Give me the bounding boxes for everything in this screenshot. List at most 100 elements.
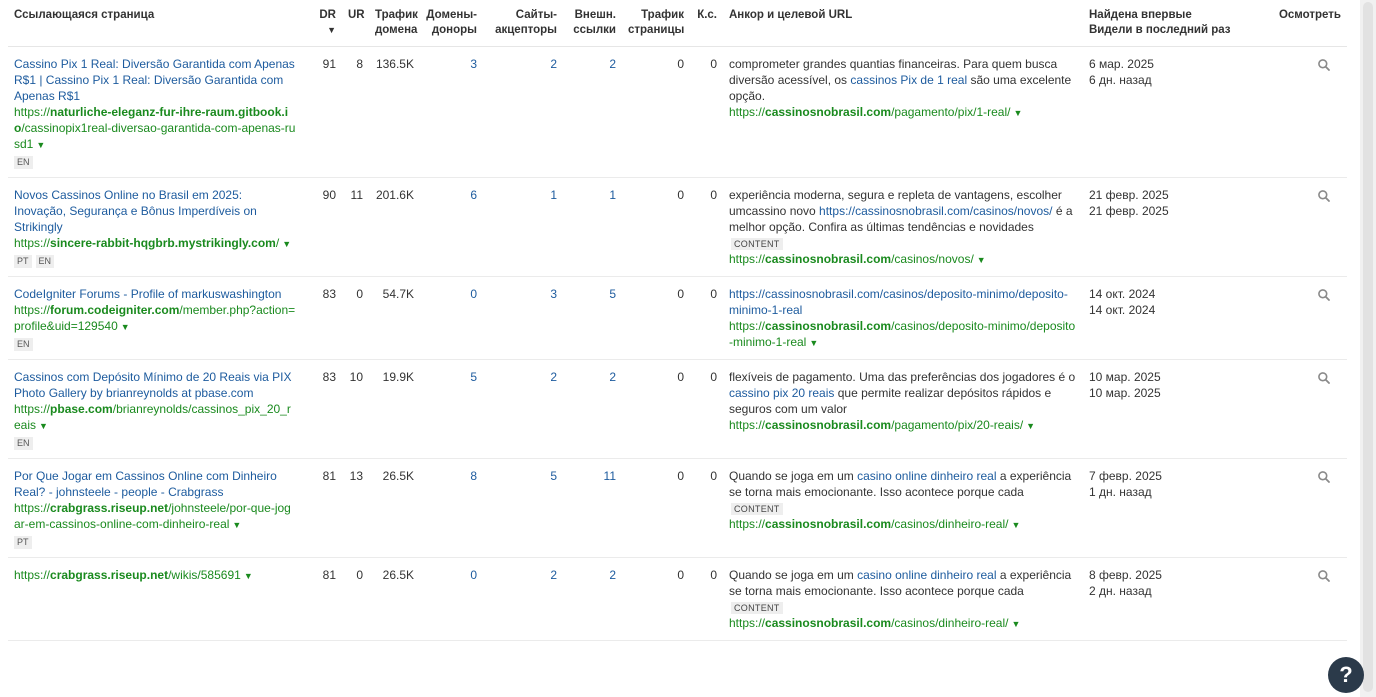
col-ref-domains[interactable]: Домены-доноры xyxy=(420,0,483,47)
col-inspect: Осмотреть xyxy=(1243,0,1347,47)
caret-down-icon[interactable]: ▼ xyxy=(282,236,291,252)
last-seen: 21 февр. 2025 xyxy=(1089,204,1169,218)
anchor-link[interactable]: casino online dinheiro real xyxy=(857,568,996,582)
help-button[interactable]: ? xyxy=(1328,657,1364,693)
ext-links-link[interactable]: 2 xyxy=(609,57,616,71)
caret-down-icon[interactable]: ▼ xyxy=(232,517,241,533)
page-traffic-value-cell: 0 xyxy=(622,46,690,178)
caret-down-icon[interactable]: ▼ xyxy=(1011,517,1020,533)
ext-links-link-cell: 1 xyxy=(563,177,622,277)
col-anchor[interactable]: Анкор и целевой URL xyxy=(723,0,1083,47)
page-traffic-value: 0 xyxy=(677,469,684,483)
page-traffic-value: 0 xyxy=(677,188,684,202)
caret-down-icon[interactable]: ▼ xyxy=(977,252,986,268)
caret-down-icon[interactable]: ▼ xyxy=(809,335,818,351)
page-url-link[interactable]: https://crabgrass.riseup.net/wikis/58569… xyxy=(14,567,296,584)
target-url-link[interactable]: https://cassinosnobrasil.com/casinos/dep… xyxy=(729,318,1077,351)
dates-cell: 10 мар. 2025 10 мар. 2025 xyxy=(1083,359,1243,459)
ext-links-link[interactable]: 2 xyxy=(609,568,616,582)
anchor-link[interactable]: cassinos Pix de 1 real xyxy=(850,73,967,87)
anchor-cell: comprometer grandes quantias financeiras… xyxy=(723,46,1083,178)
ref-domains-link[interactable]: 6 xyxy=(470,188,477,202)
table-header-row: Ссылающаяся страница DR ▼ UR Трафик домен… xyxy=(8,0,1347,47)
caret-down-icon[interactable]: ▼ xyxy=(36,137,45,153)
ext-links-link[interactable]: 11 xyxy=(604,469,616,483)
search-icon[interactable] xyxy=(1317,58,1331,72)
search-icon[interactable] xyxy=(1317,189,1331,203)
linked-domains-link[interactable]: 5 xyxy=(550,469,557,483)
col-page-traffic[interactable]: Трафик страницы xyxy=(622,0,690,47)
url-domain: pbase.com xyxy=(50,402,113,416)
keywords-value-cell: 0 xyxy=(690,557,723,641)
caret-down-icon[interactable]: ▼ xyxy=(1011,616,1020,632)
first-seen: 6 мар. 2025 xyxy=(1089,57,1154,71)
ref-domains-link[interactable]: 5 xyxy=(470,370,477,384)
col-dr[interactable]: DR ▼ xyxy=(302,0,342,47)
col-kw[interactable]: К.с. xyxy=(690,0,723,47)
page-traffic-value-cell: 0 xyxy=(622,359,690,459)
inspect-cell xyxy=(1243,276,1347,360)
target-url-link[interactable]: https://cassinosnobrasil.com/casinos/din… xyxy=(729,516,1077,533)
url-domain: crabgrass.riseup.net xyxy=(50,568,169,582)
page-title-link[interactable]: CodeIgniter Forums - Profile of markuswa… xyxy=(14,286,296,302)
page-title-link[interactable]: Novos Cassinos Online no Brasil em 2025:… xyxy=(14,187,296,235)
caret-down-icon[interactable]: ▼ xyxy=(244,568,253,584)
page-title-link[interactable]: Por Que Jogar em Cassinos Online com Din… xyxy=(14,468,296,500)
page-url-link[interactable]: https://pbase.com/brianreynolds/cassinos… xyxy=(14,401,296,434)
caret-down-icon[interactable]: ▼ xyxy=(121,319,130,335)
target-url-link[interactable]: https://cassinosnobrasil.com/casinos/din… xyxy=(729,615,1077,632)
col-linked-domains[interactable]: Сайты-акцепторы xyxy=(483,0,563,47)
url-prefix: https:// xyxy=(14,236,51,250)
page-url-link[interactable]: https://forum.codeigniter.com/member.php… xyxy=(14,302,296,335)
anchor-link[interactable]: https://cassinosnobrasil.com/casinos/nov… xyxy=(819,204,1052,218)
search-icon[interactable] xyxy=(1317,371,1331,385)
ext-links-link[interactable]: 2 xyxy=(609,370,616,384)
page-url-link[interactable]: https://crabgrass.riseup.net/johnsteele/… xyxy=(14,500,296,533)
domain-traffic-value-cell: 26.5K xyxy=(369,557,420,641)
anchor-link[interactable]: cassino pix 20 reais xyxy=(729,386,834,400)
col-found[interactable]: Найдена впервые Видели в последний раз xyxy=(1083,0,1243,47)
col-ext-links[interactable]: Внешн. ссылки xyxy=(563,0,622,47)
ref-domains-link[interactable]: 3 xyxy=(470,57,477,71)
dr-value: 83 xyxy=(322,287,336,301)
caret-down-icon[interactable]: ▼ xyxy=(39,418,48,434)
page-title-link[interactable]: Cassinos com Depósito Mínimo de 20 Reais… xyxy=(14,369,296,401)
target-url-link[interactable]: https://cassinosnobrasil.com/pagamento/p… xyxy=(729,417,1077,434)
search-icon[interactable] xyxy=(1317,288,1331,302)
col-ur[interactable]: UR xyxy=(342,0,369,47)
linked-domains-link[interactable]: 3 xyxy=(550,287,557,301)
caret-down-icon[interactable]: ▼ xyxy=(1013,105,1022,121)
scrollbar-thumb[interactable] xyxy=(1363,2,1373,692)
page-url-link[interactable]: https://naturliche-eleganz-fur-ihre-raum… xyxy=(14,104,296,153)
anchor-text: comprometer grandes quantias financeiras… xyxy=(729,56,1077,104)
target-url-link[interactable]: https://cassinosnobrasil.com/pagamento/p… xyxy=(729,104,1077,121)
search-icon[interactable] xyxy=(1317,470,1331,484)
ext-links-link[interactable]: 1 xyxy=(609,188,616,202)
linked-domains-link[interactable]: 2 xyxy=(550,568,557,582)
ext-links-link[interactable]: 5 xyxy=(609,287,616,301)
anchor-link[interactable]: https://cassinosnobrasil.com/casinos/dep… xyxy=(729,287,1068,317)
target-url-link[interactable]: https://cassinosnobrasil.com/casinos/nov… xyxy=(729,251,1077,268)
col-referring-page[interactable]: Ссылающаяся страница xyxy=(8,0,302,47)
page-title-link[interactable]: Cassino Pix 1 Real: Diversão Garantida c… xyxy=(14,56,296,104)
page-url-link[interactable]: https://sincere-rabbit-hqgbrb.mystriking… xyxy=(14,235,296,252)
url-path: /wikis/585691 xyxy=(168,568,241,582)
last-seen: 2 дн. назад xyxy=(1089,584,1152,598)
domain-traffic-value: 26.5K xyxy=(382,469,414,483)
search-icon[interactable] xyxy=(1317,569,1331,583)
linked-domains-link[interactable]: 2 xyxy=(550,57,557,71)
caret-down-icon[interactable]: ▼ xyxy=(1026,418,1035,434)
linked-domains-link[interactable]: 1 xyxy=(550,188,557,202)
keywords-value-cell: 0 xyxy=(690,177,723,277)
col-domain-traffic[interactable]: Трафик домена xyxy=(369,0,420,47)
target-url-domain: cassinosnobrasil.com xyxy=(765,418,892,432)
ref-domains-link[interactable]: 8 xyxy=(470,469,477,483)
anchor-link[interactable]: casino online dinheiro real xyxy=(857,469,996,483)
ref-domains-link[interactable]: 0 xyxy=(470,568,477,582)
linked-domains-link-cell: 3 xyxy=(483,276,563,360)
last-seen: 1 дн. назад xyxy=(1089,485,1152,499)
sort-caret-icon: ▼ xyxy=(327,25,336,35)
scrollbar[interactable] xyxy=(1360,0,1376,697)
ref-domains-link[interactable]: 0 xyxy=(470,287,477,301)
linked-domains-link[interactable]: 2 xyxy=(550,370,557,384)
